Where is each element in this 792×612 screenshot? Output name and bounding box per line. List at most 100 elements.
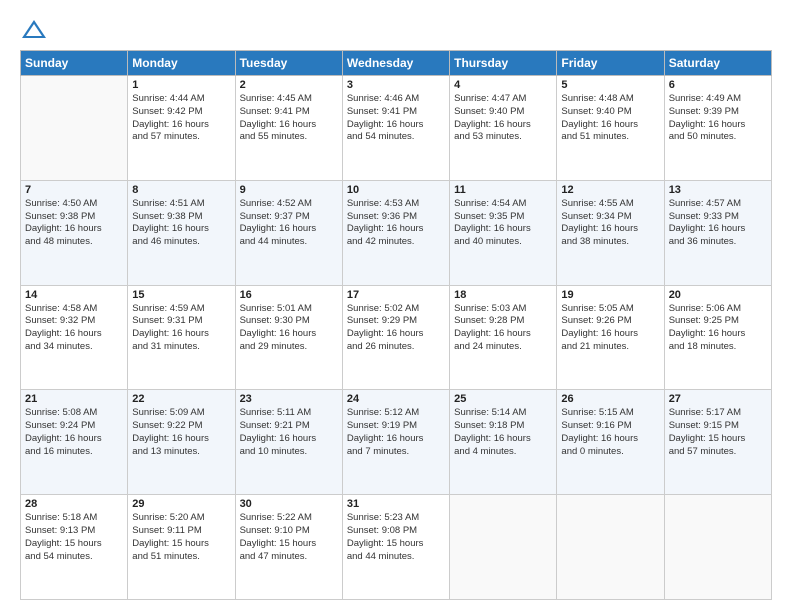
- day-number: 4: [454, 79, 552, 91]
- day-info: Sunrise: 5:18 AM Sunset: 9:13 PM Dayligh…: [25, 512, 123, 563]
- day-number: 6: [669, 79, 767, 91]
- day-info: Sunrise: 5:22 AM Sunset: 9:10 PM Dayligh…: [240, 512, 338, 563]
- day-info: Sunrise: 4:44 AM Sunset: 9:42 PM Dayligh…: [132, 93, 230, 144]
- day-info: Sunrise: 5:23 AM Sunset: 9:08 PM Dayligh…: [347, 512, 445, 563]
- day-number: 19: [561, 289, 659, 301]
- day-number: 8: [132, 184, 230, 196]
- day-info: Sunrise: 4:45 AM Sunset: 9:41 PM Dayligh…: [240, 93, 338, 144]
- day-number: 7: [25, 184, 123, 196]
- day-info: Sunrise: 5:09 AM Sunset: 9:22 PM Dayligh…: [132, 407, 230, 458]
- calendar-cell: 23Sunrise: 5:11 AM Sunset: 9:21 PM Dayli…: [235, 390, 342, 495]
- weekday-header: Friday: [557, 51, 664, 76]
- calendar-cell: 28Sunrise: 5:18 AM Sunset: 9:13 PM Dayli…: [21, 495, 128, 600]
- day-number: 1: [132, 79, 230, 91]
- day-info: Sunrise: 4:49 AM Sunset: 9:39 PM Dayligh…: [669, 93, 767, 144]
- day-number: 30: [240, 498, 338, 510]
- calendar-cell: 20Sunrise: 5:06 AM Sunset: 9:25 PM Dayli…: [664, 285, 771, 390]
- calendar-cell: 16 Sunrise: 5:01 AM Sunset: 9:30 PM Dayli…: [235, 285, 342, 390]
- day-number: 3: [347, 79, 445, 91]
- day-info: Sunrise: 4:47 AM Sunset: 9:40 PM Dayligh…: [454, 93, 552, 144]
- day-info: Sunrise: 4:46 AM Sunset: 9:41 PM Dayligh…: [347, 93, 445, 144]
- header-row: SundayMondayTuesdayWednesdayThursdayFrid…: [21, 51, 772, 76]
- day-number: 12: [561, 184, 659, 196]
- calendar-cell: 18 Sunrise: 5:03 AM Sunset: 9:28 PM Dayli…: [450, 285, 557, 390]
- calendar-cell: 8 Sunrise: 4:51 AM Sunset: 9:38 PM Daylig…: [128, 180, 235, 285]
- day-info: Sunrise: 5:05 AM Sunset: 9:26 PM Dayligh…: [561, 303, 659, 354]
- calendar-cell: 26 Sunrise: 5:15 AM Sunset: 9:16 PM Dayli…: [557, 390, 664, 495]
- day-info: Sunrise: 5:15 AM Sunset: 9:16 PM Dayligh…: [561, 407, 659, 458]
- calendar-table: SundayMondayTuesdayWednesdayThursdayFrid…: [20, 50, 772, 600]
- calendar-cell: 15 Sunrise: 4:59 AM Sunset: 9:31 PM Dayli…: [128, 285, 235, 390]
- calendar-cell: [557, 495, 664, 600]
- weekday-header: Saturday: [664, 51, 771, 76]
- day-info: Sunrise: 4:59 AM Sunset: 9:31 PM Dayligh…: [132, 303, 230, 354]
- day-number: 26: [561, 393, 659, 405]
- calendar-cell: 12 Sunrise: 4:55 AM Sunset: 9:34 PM Dayli…: [557, 180, 664, 285]
- weekday-header: Wednesday: [342, 51, 449, 76]
- calendar-cell: 4 Sunrise: 4:47 AM Sunset: 9:40 PM Daylig…: [450, 76, 557, 181]
- calendar-cell: 25Sunrise: 5:14 AM Sunset: 9:18 PM Dayli…: [450, 390, 557, 495]
- calendar-cell: 24 Sunrise: 5:12 AM Sunset: 9:19 PM Dayli…: [342, 390, 449, 495]
- day-number: 24: [347, 393, 445, 405]
- calendar-cell: [21, 76, 128, 181]
- calendar-cell: 21 Sunrise: 5:08 AM Sunset: 9:24 PM Dayli…: [21, 390, 128, 495]
- day-number: 18: [454, 289, 552, 301]
- calendar-cell: 14Sunrise: 4:58 AM Sunset: 9:32 PM Dayli…: [21, 285, 128, 390]
- calendar-cell: 5 Sunrise: 4:48 AM Sunset: 9:40 PM Daylig…: [557, 76, 664, 181]
- calendar-cell: [664, 495, 771, 600]
- calendar-cell: 11Sunrise: 4:54 AM Sunset: 9:35 PM Dayli…: [450, 180, 557, 285]
- day-info: Sunrise: 4:48 AM Sunset: 9:40 PM Dayligh…: [561, 93, 659, 144]
- day-number: 15: [132, 289, 230, 301]
- day-info: Sunrise: 4:54 AM Sunset: 9:35 PM Dayligh…: [454, 198, 552, 249]
- day-number: 5: [561, 79, 659, 91]
- calendar-cell: 6 Sunrise: 4:49 AM Sunset: 9:39 PM Daylig…: [664, 76, 771, 181]
- calendar-cell: 29Sunrise: 5:20 AM Sunset: 9:11 PM Dayli…: [128, 495, 235, 600]
- weekday-header: Monday: [128, 51, 235, 76]
- day-number: 25: [454, 393, 552, 405]
- day-info: Sunrise: 4:55 AM Sunset: 9:34 PM Dayligh…: [561, 198, 659, 249]
- day-info: Sunrise: 5:01 AM Sunset: 9:30 PM Dayligh…: [240, 303, 338, 354]
- calendar-week-row: 28Sunrise: 5:18 AM Sunset: 9:13 PM Dayli…: [21, 495, 772, 600]
- day-info: Sunrise: 4:51 AM Sunset: 9:38 PM Dayligh…: [132, 198, 230, 249]
- calendar-cell: 31Sunrise: 5:23 AM Sunset: 9:08 PM Dayli…: [342, 495, 449, 600]
- day-number: 10: [347, 184, 445, 196]
- calendar-header: SundayMondayTuesdayWednesdayThursdayFrid…: [21, 51, 772, 76]
- day-info: Sunrise: 4:50 AM Sunset: 9:38 PM Dayligh…: [25, 198, 123, 249]
- page: SundayMondayTuesdayWednesdayThursdayFrid…: [0, 0, 792, 612]
- weekday-header: Thursday: [450, 51, 557, 76]
- calendar-cell: 9 Sunrise: 4:52 AM Sunset: 9:37 PM Daylig…: [235, 180, 342, 285]
- day-number: 13: [669, 184, 767, 196]
- day-info: Sunrise: 5:17 AM Sunset: 9:15 PM Dayligh…: [669, 407, 767, 458]
- calendar-cell: 17Sunrise: 5:02 AM Sunset: 9:29 PM Dayli…: [342, 285, 449, 390]
- day-info: Sunrise: 5:20 AM Sunset: 9:11 PM Dayligh…: [132, 512, 230, 563]
- day-number: 16: [240, 289, 338, 301]
- day-info: Sunrise: 4:58 AM Sunset: 9:32 PM Dayligh…: [25, 303, 123, 354]
- calendar-cell: 1 Sunrise: 4:44 AM Sunset: 9:42 PM Daylig…: [128, 76, 235, 181]
- day-number: 22: [132, 393, 230, 405]
- calendar-cell: 27 Sunrise: 5:17 AM Sunset: 9:15 PM Dayli…: [664, 390, 771, 495]
- calendar-week-row: 14Sunrise: 4:58 AM Sunset: 9:32 PM Dayli…: [21, 285, 772, 390]
- day-info: Sunrise: 5:12 AM Sunset: 9:19 PM Dayligh…: [347, 407, 445, 458]
- logo-icon: [20, 16, 48, 44]
- calendar-body: 1 Sunrise: 4:44 AM Sunset: 9:42 PM Daylig…: [21, 76, 772, 600]
- day-info: Sunrise: 4:53 AM Sunset: 9:36 PM Dayligh…: [347, 198, 445, 249]
- calendar-cell: 10 Sunrise: 4:53 AM Sunset: 9:36 PM Dayli…: [342, 180, 449, 285]
- day-number: 27: [669, 393, 767, 405]
- calendar-cell: 22 Sunrise: 5:09 AM Sunset: 9:22 PM Dayli…: [128, 390, 235, 495]
- day-number: 9: [240, 184, 338, 196]
- header: [20, 16, 772, 44]
- day-info: Sunrise: 5:03 AM Sunset: 9:28 PM Dayligh…: [454, 303, 552, 354]
- weekday-header: Sunday: [21, 51, 128, 76]
- day-info: Sunrise: 4:52 AM Sunset: 9:37 PM Dayligh…: [240, 198, 338, 249]
- calendar-cell: 19 Sunrise: 5:05 AM Sunset: 9:26 PM Dayli…: [557, 285, 664, 390]
- calendar-cell: 30 Sunrise: 5:22 AM Sunset: 9:10 PM Dayli…: [235, 495, 342, 600]
- weekday-header: Tuesday: [235, 51, 342, 76]
- day-info: Sunrise: 5:06 AM Sunset: 9:25 PM Dayligh…: [669, 303, 767, 354]
- day-info: Sunrise: 5:08 AM Sunset: 9:24 PM Dayligh…: [25, 407, 123, 458]
- day-number: 21: [25, 393, 123, 405]
- day-number: 17: [347, 289, 445, 301]
- calendar-week-row: 1 Sunrise: 4:44 AM Sunset: 9:42 PM Daylig…: [21, 76, 772, 181]
- calendar-cell: [450, 495, 557, 600]
- calendar-cell: 7 Sunrise: 4:50 AM Sunset: 9:38 PM Daylig…: [21, 180, 128, 285]
- calendar-cell: 13Sunrise: 4:57 AM Sunset: 9:33 PM Dayli…: [664, 180, 771, 285]
